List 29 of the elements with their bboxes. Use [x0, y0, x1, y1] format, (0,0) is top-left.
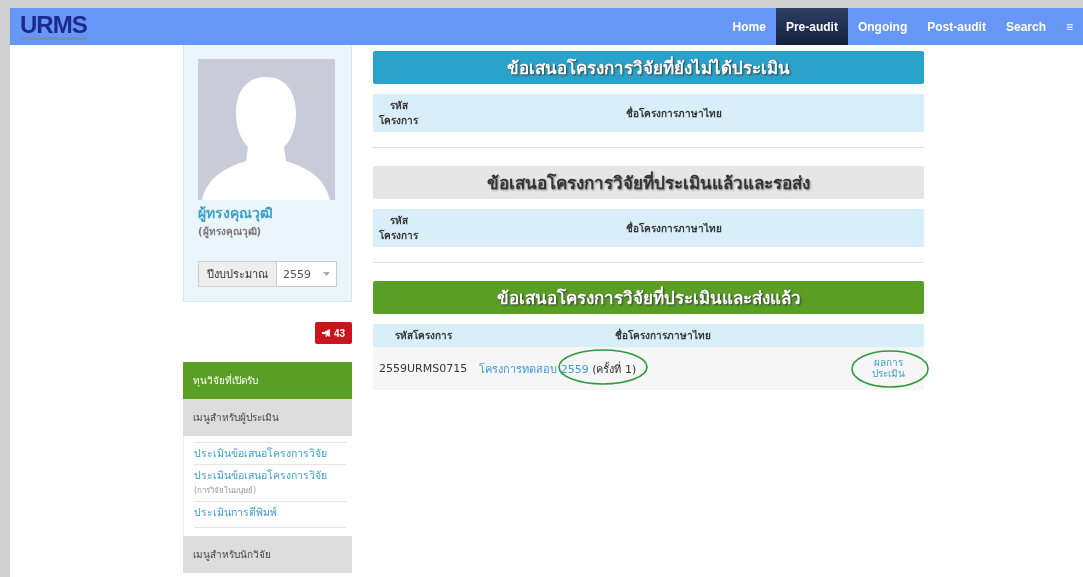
column-header: ชื่อโครงการภาษาไทย [473, 324, 852, 347]
column-header: ชื่อโครงการภาษาไทย [424, 209, 924, 247]
notification-button[interactable]: 43 [314, 322, 352, 344]
section-header: ข้อเสนอโครงการวิจัยที่ประเมินแล้วและรอส่ง [373, 166, 924, 199]
column-header: รหัส โครงการ [373, 209, 424, 247]
user-role: (ผู้ทรงคุณวุฒิ) [198, 225, 263, 239]
project-link[interactable]: โครงการทดสอบ 2559 [479, 362, 589, 376]
sidebar-link[interactable]: ประเมินการตีพิมพ์ [194, 501, 346, 528]
user-name: ผู้ทรงคุณวุฒิ [198, 204, 274, 224]
logo[interactable]: URMS [20, 13, 87, 40]
nav-tab[interactable]: Pre-audit [775, 8, 848, 45]
section-header: ข้อเสนอโครงการวิจัยที่ยังไม่ได้ประเมิน [373, 51, 924, 84]
nav-tab[interactable]: Search [995, 8, 1056, 45]
nav-tab[interactable]: Ongoing [847, 8, 918, 45]
column-header: ชื่อโครงการภาษาไทย [424, 94, 924, 132]
round-label: (ครั้งที่ 1) [592, 362, 637, 376]
section-header: ข้อเสนอโครงการวิจัยที่ประเมินและส่งแล้ว [373, 281, 924, 314]
sidebar-link[interactable]: ประเมินข้อเสนอโครงการวิจัย (การวิจัยในมนุษย์) [194, 464, 346, 501]
nav-tab[interactable]: Post-audit [917, 8, 996, 45]
sidebar-section-title[interactable]: เมนูสำหรับผู้ประเมิน [183, 399, 352, 436]
column-header: รหัส โครงการ [373, 94, 424, 132]
table-cell: 2559URMS0715 [373, 347, 474, 390]
avatar-icon [198, 59, 335, 200]
megaphone-icon [321, 329, 332, 337]
sidebar-link[interactable]: ประเมินข้อเสนอโครงการวิจัย [194, 442, 346, 464]
column-header: รหัสโครงการ [373, 324, 474, 347]
sidebar-header[interactable]: ทุนวิจัยที่เปิดรับ [183, 362, 352, 399]
nav-tab[interactable]: Home [722, 8, 776, 45]
sidebar-section-title[interactable]: เมนูสำหรับนักวิจัย [183, 536, 352, 573]
